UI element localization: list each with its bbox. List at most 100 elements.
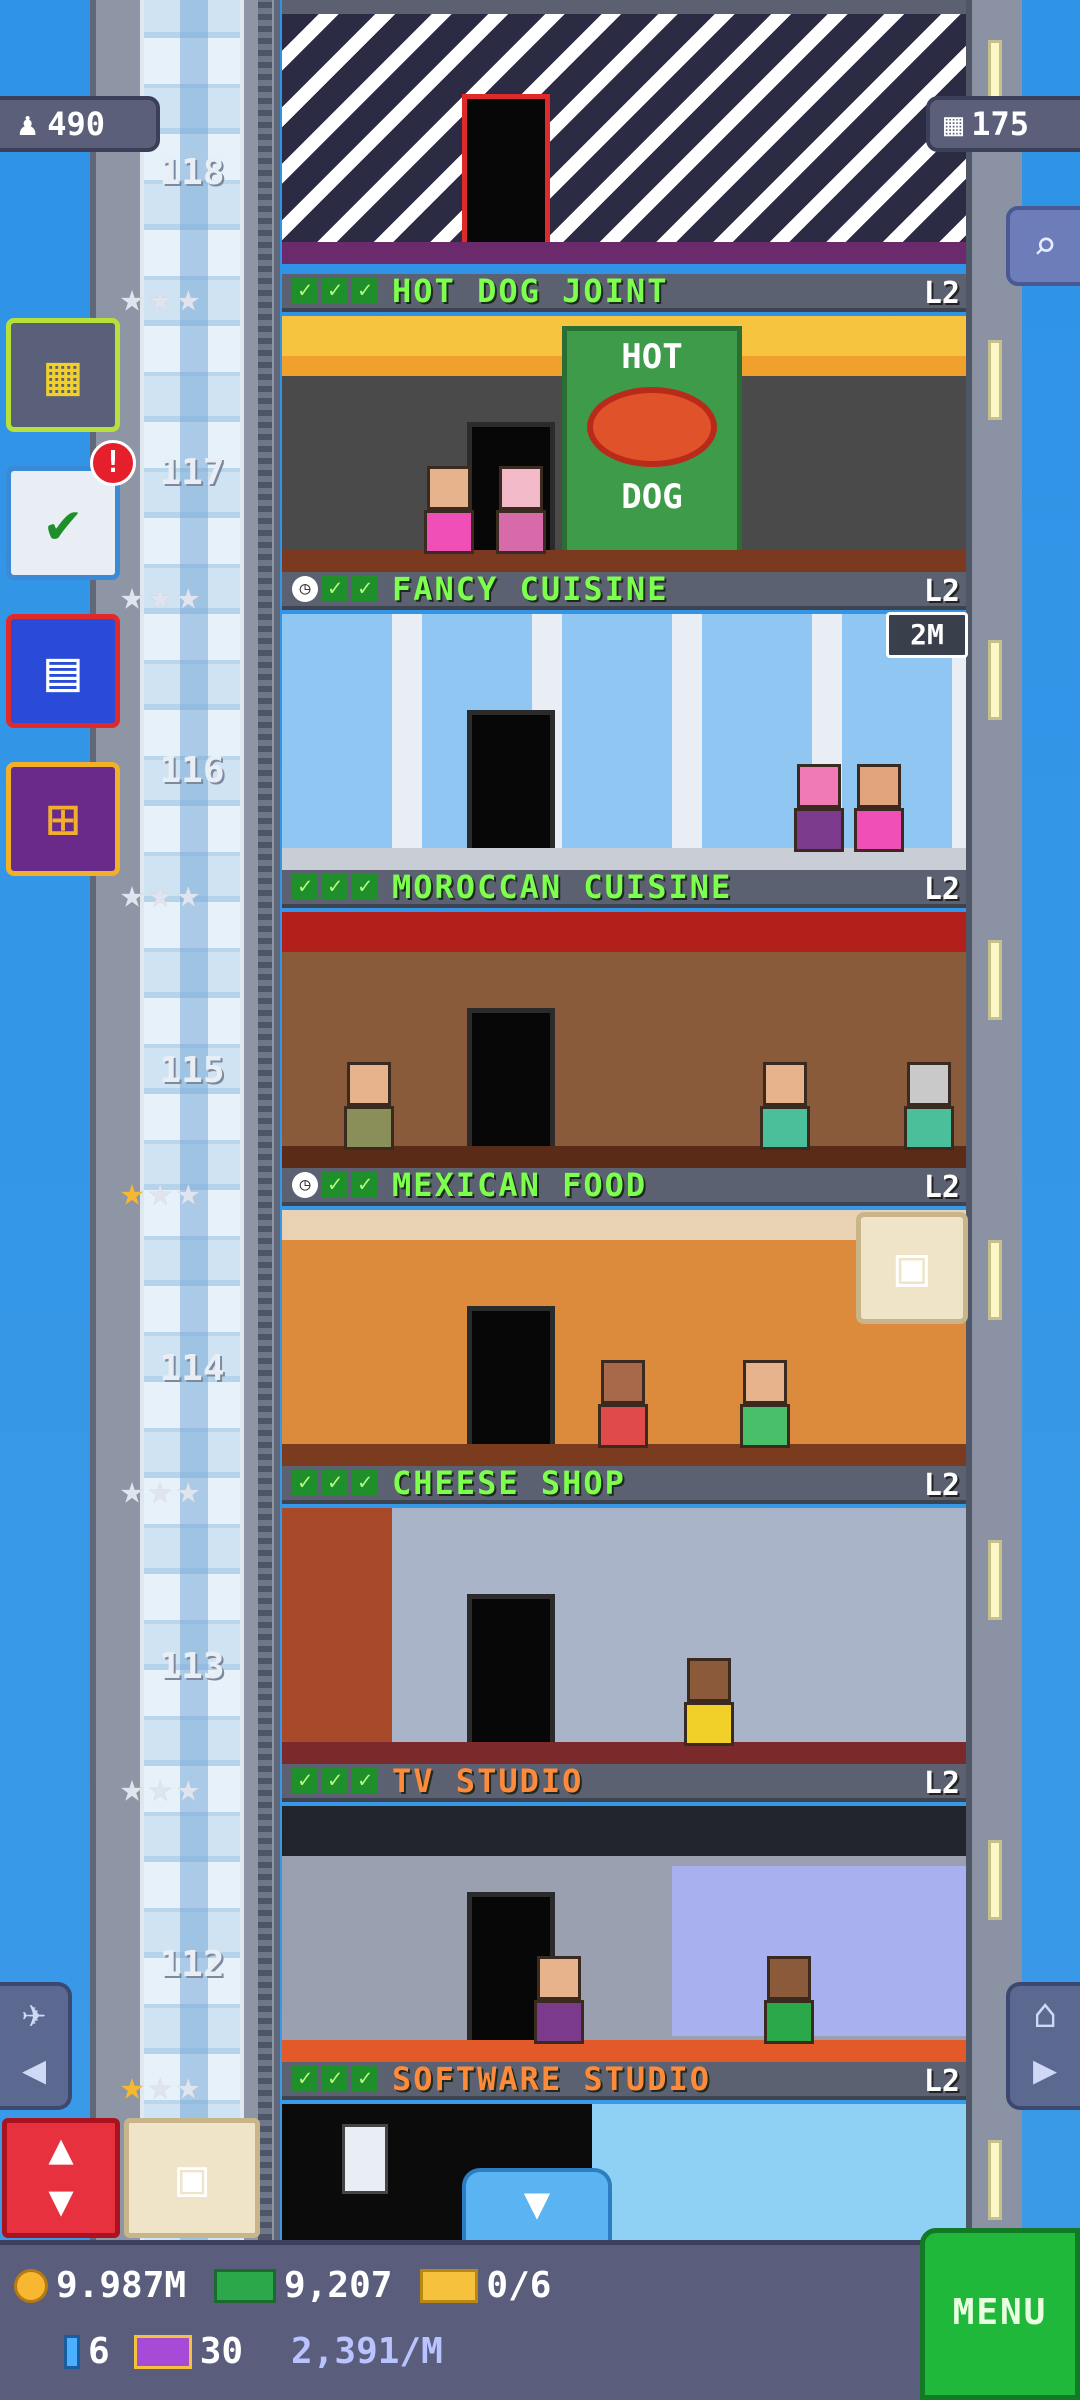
floor-name: MOROCCAN CUISINE [392,868,733,906]
chevron-left-icon: ◀ [21,2047,47,2093]
bitizen[interactable] [532,1956,586,2048]
stock-check-icon: ✓ [322,874,348,900]
floor-room[interactable]: HOT DOG [282,316,966,572]
floor-room[interactable] [282,1806,966,2062]
bitizen[interactable] [738,1360,792,1452]
wall-light [988,640,1002,720]
sign-text-top: HOT [621,337,683,377]
floor-door [467,1306,555,1466]
delivery-box-icon[interactable]: ▣ [856,1212,968,1324]
delivery-button[interactable]: ▣ [124,2118,260,2238]
star-icon: ★ [176,1169,201,1215]
stock-check-icon: ✓ [322,2066,348,2092]
visitor-airplane-button[interactable]: ✈ ◀ [0,1982,72,2110]
bux-value: 9,207 [284,2265,393,2306]
menu-button[interactable]: MENU [920,2228,1080,2400]
floor-name: CHEESE SHOP [392,1464,626,1502]
floor-level: L2 [923,276,960,311]
stock-check-icon: ✓ [352,278,378,304]
tickets-value: 0/6 [486,2265,552,2306]
elevator-button[interactable]: ▲ ▼ [2,2118,120,2238]
floor-room[interactable] [282,2104,966,2240]
bitizen[interactable] [682,1658,736,1750]
floor-door [467,1594,555,1764]
scroll-down-button[interactable]: ▼ [462,2168,612,2240]
floor-room[interactable] [282,912,966,1168]
floor-header[interactable]: ◷ ✓ ✓ MEXICAN FOOD L2 [282,1166,966,1206]
stock-check-icon: ✓ [352,576,378,602]
income-rate: 2,391/M [291,2331,443,2372]
stock-check-icon: ✓ [292,1768,318,1794]
diner-booths [282,242,966,264]
bitizen[interactable] [342,1062,396,1154]
floor-hot-dog-joint[interactable]: ✓ ✓ ✓ HOT DOG JOINT L2 HOT DOG [282,272,966,572]
golden-ticket-icon [420,2268,479,2303]
floor-stars: ★ ★ ★ [120,276,200,320]
star-icon: ★ [176,573,201,619]
star-icon: ★ [148,1765,173,1811]
population-counter[interactable]: ♟ 490 [0,96,160,152]
bitizen[interactable] [762,1956,816,2048]
tower-scene[interactable]: 118 ★ ★ ★ ✓ ✓ ✓ HOT DOG JOINT L2 HOT DOG [0,0,1080,2240]
floor-software-studio[interactable]: ✓ ✓ ✓ SOFTWARE STUDIO L2 [282,2060,966,2240]
sign-text-bottom: DOG [621,477,683,517]
star-icon: ★ [120,2063,145,2109]
floor-name: HOT DOG JOINT [392,272,669,310]
vip-value: 30 [199,2331,244,2372]
floor-header[interactable]: ◷ ✓ ✓ FANCY CUISINE L2 [282,570,966,610]
floor-counter-pill[interactable]: ▦ 175 [926,96,1080,152]
home-icon: ⌂ [1032,1991,1058,2037]
floor-count-value: 175 [971,105,1030,143]
floor-header[interactable]: ✓ ✓ ✓ MOROCCAN CUISINE L2 [282,868,966,908]
star-icon: ★ [176,1467,201,1513]
floor-header-rock-diner[interactable] [282,0,966,14]
bitizen[interactable] [596,1360,650,1452]
build-floor-button[interactable]: ▦ [6,318,120,432]
hot-dog-sign: HOT DOG [562,326,742,556]
stock-check-icon: ✓ [292,2066,318,2092]
home-button[interactable]: ⌂ ▶ [1006,1982,1080,2110]
floor-header[interactable]: ✓ ✓ ✓ TV STUDIO L2 [282,1762,966,1802]
bitizen[interactable] [792,764,846,856]
star-icon: ★ [176,2063,201,2109]
floor-fancy-cuisine[interactable]: ◷ ✓ ✓ FANCY CUISINE L2 [282,570,966,870]
floor-header[interactable]: ✓ ✓ ✓ CHEESE SHOP L2 [282,1464,966,1504]
floor-room-rock-diner[interactable] [282,14,966,264]
elevator-rail [258,0,272,2240]
stock-check-icon: ✓ [292,278,318,304]
calendar-button[interactable]: ▤ [6,614,120,728]
floor-moroccan-cuisine[interactable]: ✓ ✓ ✓ MOROCCAN CUISINE L2 [282,868,966,1168]
building-grid-icon: ▦ [944,105,964,143]
floor-number: 113 [159,1646,225,1687]
floor-room[interactable] [282,614,966,870]
floor-tv-studio[interactable]: ✓ ✓ ✓ TV STUDIO L2 [282,1762,966,2062]
floor-header[interactable]: ✓ ✓ ✓ SOFTWARE STUDIO L2 [282,2060,966,2100]
floor-level: L2 [923,574,960,609]
clock-icon: ◷ [292,576,318,602]
floor-room[interactable] [282,1508,966,1764]
stock-check-icon: ✓ [322,576,348,602]
arrow-down-icon: ▼ [48,2176,74,2225]
bitizen[interactable] [494,466,548,558]
floor-name: SOFTWARE STUDIO [392,2060,711,2098]
floor-header[interactable]: ✓ ✓ ✓ HOT DOG JOINT L2 [282,272,966,312]
star-icon: ★ [148,2063,173,2109]
star-icon: ★ [120,275,145,321]
stock-check-icon: ✓ [322,1768,348,1794]
vip-icon [133,2334,192,2369]
floor-level: L2 [923,1170,960,1205]
chevron-right-icon: ▶ [1032,2047,1058,2093]
stock-check-icon: ✓ [352,1172,378,1198]
floor-door [467,1008,555,1168]
floor-stars: ★ ★ ★ [120,1766,200,1810]
bitizen[interactable] [758,1062,812,1154]
search-button[interactable]: ⌕ [1006,206,1080,286]
bitizen[interactable] [422,466,476,558]
stock-check-icon: ✓ [352,1768,378,1794]
bitizen[interactable] [902,1062,956,1154]
bitizen[interactable] [852,764,906,856]
gift-button[interactable]: ⊞ [6,762,120,876]
star-icon: ★ [148,1169,173,1215]
wall-light [988,340,1002,420]
floor-cheese-shop[interactable]: ✓ ✓ ✓ CHEESE SHOP L2 [282,1464,966,1764]
